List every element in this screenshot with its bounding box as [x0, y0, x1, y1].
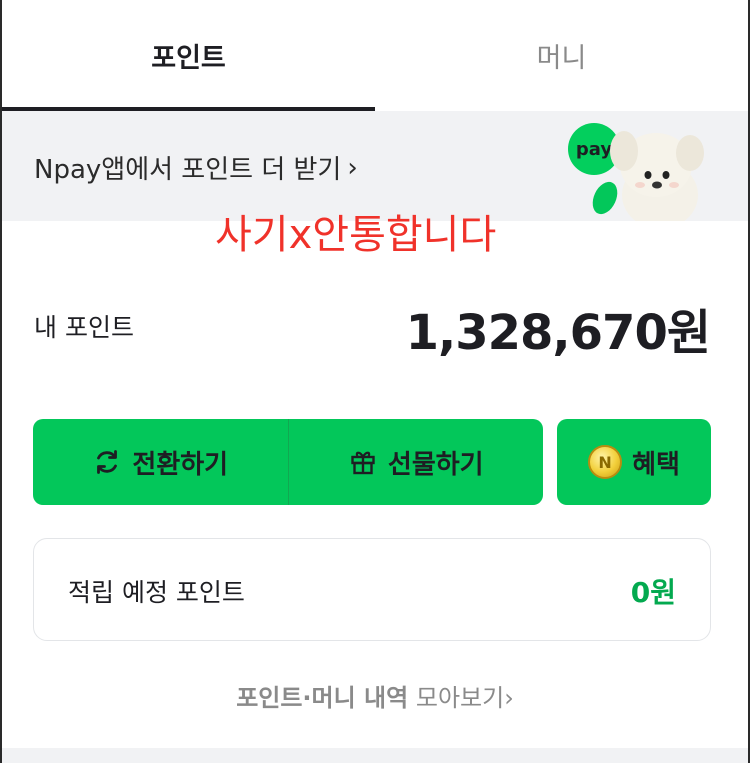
my-points-label: 내 포인트	[34, 313, 134, 342]
history-link-bold-label: 포인트·머니 내역	[236, 684, 409, 712]
bottom-divider-strip	[2, 748, 748, 763]
action-button-group: 전환하기 선물하기	[33, 419, 543, 505]
gift-button-label: 선물하기	[387, 449, 484, 480]
convert-button[interactable]: 전환하기	[33, 419, 288, 505]
benefit-button-label: 혜택	[632, 449, 680, 480]
convert-button-label: 전환하기	[132, 449, 229, 480]
banner-text: Npay앱에서 포인트 더 받기	[34, 155, 342, 185]
n-coin-icon: N	[588, 445, 623, 479]
gift-icon	[351, 451, 375, 475]
benefit-button[interactable]: N 혜택	[557, 419, 711, 505]
tab-points[interactable]: 포인트	[2, 0, 375, 111]
expected-points-card: 적립 예정 포인트 0원	[33, 538, 711, 641]
overlay-warning-text: 사기x안통합니다	[215, 212, 497, 258]
expected-points-value: 0원	[630, 576, 676, 609]
chevron-right-icon: ›	[347, 152, 358, 183]
history-link-label: 모아보기	[415, 684, 505, 712]
gift-button[interactable]: 선물하기	[289, 419, 544, 505]
tab-money[interactable]: 머니	[375, 0, 748, 111]
my-points-value: 1,328,670원	[405, 305, 711, 361]
banner-link[interactable]: Npay앱에서 포인트 더 받기 ›	[34, 149, 358, 186]
refresh-icon	[97, 450, 118, 474]
history-link[interactable]: 포인트·머니 내역 모아보기›	[0, 678, 750, 713]
mascot-image	[610, 131, 704, 221]
chevron-right-icon: ›	[504, 684, 514, 712]
expected-points-label: 적립 예정 포인트	[68, 578, 245, 607]
tab-bar: 포인트 머니	[2, 0, 748, 111]
